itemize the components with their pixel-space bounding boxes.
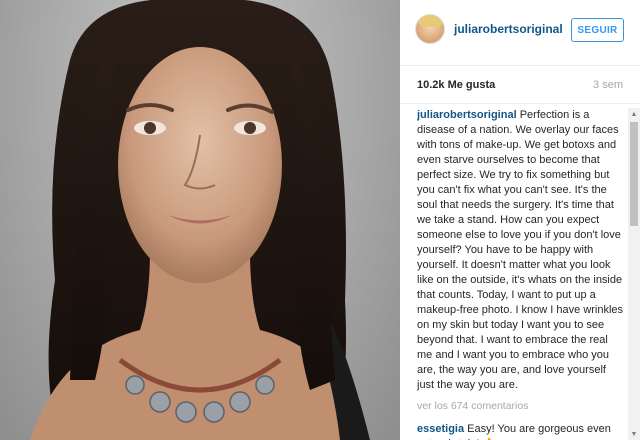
follow-button[interactable]: SEGUIR [571, 18, 624, 42]
post-header: juliarobertsoriginal SEGUIR [400, 0, 640, 66]
username-link[interactable]: juliarobertsoriginal [454, 22, 563, 36]
caption-username[interactable]: juliarobertsoriginal [417, 109, 517, 121]
post-time[interactable]: 3 sem [593, 79, 623, 91]
scroll-thumb[interactable] [630, 122, 638, 226]
caption: juliarobertsoriginal Perfection is a dis… [417, 108, 625, 393]
scroll-up-icon[interactable]: ▲ [628, 108, 640, 120]
comment-username[interactable]: essetigia [417, 423, 464, 435]
comments-scrollbar[interactable]: ▲ ▼ [628, 108, 640, 440]
post-details-panel: juliarobertsoriginal SEGUIR 10.2k Me gus… [400, 0, 640, 440]
portrait-illustration [30, 0, 370, 440]
caption-text: Perfection is a disease of a nation. We … [417, 109, 624, 391]
likes-count[interactable]: 10.2k Me gusta [417, 79, 495, 91]
view-all-comments-link[interactable]: ver los 674 comentarios [417, 399, 625, 414]
post-meta: 10.2k Me gusta 3 sem [400, 66, 640, 104]
post-photo[interactable] [0, 0, 400, 440]
avatar[interactable] [415, 14, 445, 44]
comment-item: essetigia Easy! You are gorgeous even na… [417, 422, 625, 440]
scroll-down-icon[interactable]: ▼ [628, 428, 640, 440]
comments-section[interactable]: juliarobertsoriginal Perfection is a dis… [417, 108, 625, 440]
